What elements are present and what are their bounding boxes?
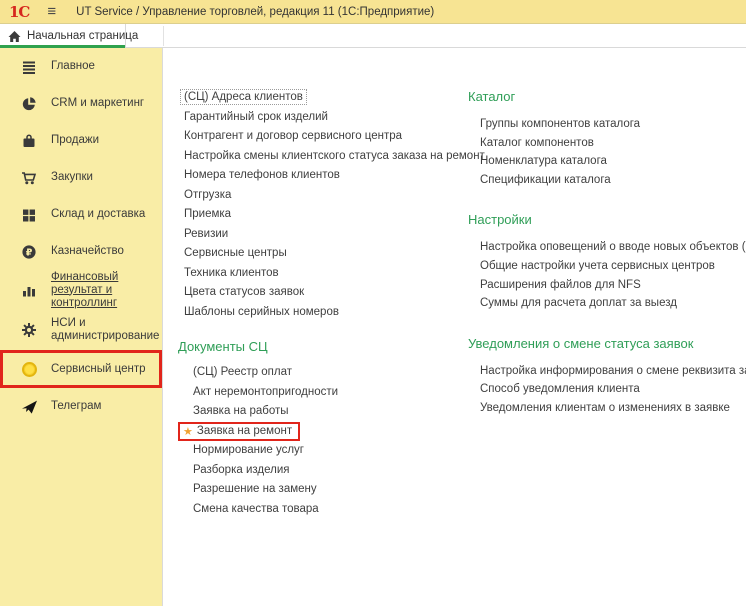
link-item[interactable]: Шаблоны серийных номеров [184,303,478,323]
sidebar-item-telegram[interactable]: Телеграм [0,388,162,425]
tab-home-page[interactable]: Начальная страница [0,24,126,48]
sidebar-item-financial-result[interactable]: Финансовый результат и контроллинг [0,270,162,310]
sidebar-item-service-center[interactable]: Сервисный центр [0,350,162,388]
link-item[interactable]: (СЦ) Реестр оплат [193,363,478,383]
sidebar-item-label: Казначейство [51,245,124,258]
cart-icon [20,170,38,186]
link-item[interactable]: Расширения файлов для NFS [480,276,746,295]
link-item[interactable]: Акт неремонтопригодности [193,383,478,403]
link-item[interactable]: Спецификации каталога [480,171,746,190]
main-menu-icon[interactable]: ≡ [47,4,56,19]
link-item[interactable]: Суммы для расчета доплат за выезд [480,294,746,313]
link-group: (СЦ) Адреса клиентов Гарантийный срок из… [178,88,478,322]
window-title: UT Service / Управление торговлей, редак… [76,6,434,18]
links-column-1: (СЦ) Адреса клиентов Гарантийный срок из… [178,88,478,519]
sidebar-item-sales[interactable]: Продажи [0,122,162,159]
sidebar-item-label: Финансовый результат и контроллинг [51,271,158,310]
section-title-status-notifications: Уведомления о смене статуса заявок [468,335,746,353]
sidebar-item-label: Сервисный центр [51,363,145,376]
link-item[interactable]: Заявка на работы [193,402,478,422]
sidebar-item-crm-marketing[interactable]: CRM и маркетинг [0,85,162,122]
section-title-catalog: Каталог [468,88,746,106]
svg-text:₽: ₽ [26,247,33,258]
list-icon [20,59,38,75]
1c-logo: 1С [9,3,29,21]
sidebar-item-label: CRM и маркетинг [51,97,144,110]
home-icon [8,30,21,43]
sidebar-item-label: Закупки [51,171,93,184]
link-item[interactable]: Техника клиентов [184,264,478,284]
link-item[interactable]: Цвета статусов заявок [184,283,478,303]
section-status-notifications: Уведомления о смене статуса заявок Настр… [468,335,746,418]
link-item[interactable]: Группы компонентов каталога [480,115,746,134]
links-column-2: Каталог Группы компонентов каталога Ката… [468,88,746,418]
link-item[interactable]: Контрагент и договор сервисного центра [184,127,478,147]
star-icon: ★ [183,426,193,437]
sidebar-item-label: Главное [51,60,95,73]
link-item[interactable]: Общие настройки учета сервисных центров [480,257,746,276]
app-window: 1С ≡ UT Service / Управление торговлей, … [0,0,746,606]
bar-chart-icon [20,282,38,298]
gear-icon [20,322,38,338]
link-item[interactable]: Номенклатура каталога [480,152,746,171]
link-label: Заявка на ремонт [197,425,292,437]
tab-bar: Начальная страница [0,24,746,48]
link-item[interactable]: Разрешение на замену [193,480,478,500]
sidebar-item-label: НСИ и администрирование [51,317,159,343]
bag-icon [20,133,38,149]
link-item[interactable]: Сервисные центры [184,244,478,264]
link-repair-request[interactable]: ★ Заявка на ремонт [178,422,300,442]
section-title-documents-sc: Документы СЦ [178,338,478,356]
ruble-icon: ₽ [20,244,38,260]
link-item[interactable]: Настройка информирования о смене реквизи… [480,362,746,381]
link-item[interactable]: Каталог компонентов [480,134,746,153]
link-item[interactable]: Настройка оповещений о вводе новых объек… [480,238,746,257]
section-settings: Настройки Настройка оповещений о вводе н… [468,211,746,312]
link-group: (СЦ) Реестр оплат Акт неремонтопригоднос… [178,363,478,519]
paper-plane-icon [20,399,38,415]
sidebar-item-label: Склад и доставка [51,208,145,221]
sidebar-item-label: Продажи [51,134,99,147]
link-item[interactable]: Смена качества товара [193,500,478,520]
section-catalog: Каталог Группы компонентов каталога Ката… [468,88,746,189]
grid-icon [20,207,38,223]
link-item[interactable]: Разборка изделия [193,461,478,481]
sidebar-item-main[interactable]: Главное [0,48,162,85]
sidebar: Главное CRM и маркетинг Продажи Закупки [0,48,163,606]
link-item[interactable]: Отгрузка [184,186,478,206]
topbar: 1С ≡ UT Service / Управление торговлей, … [0,0,746,24]
main-content: (СЦ) Адреса клиентов Гарантийный срок из… [164,48,746,606]
sidebar-item-warehouse-delivery[interactable]: Склад и доставка [0,196,162,233]
link-item[interactable]: Настройка смены клиентского статуса зака… [184,147,478,167]
sidebar-item-treasury[interactable]: ₽ Казначейство [0,233,162,270]
link-client-addresses[interactable]: (СЦ) Адреса клиентов [184,88,478,108]
tab-label: Начальная страница [27,30,138,42]
section-title-settings: Настройки [468,211,746,229]
sidebar-item-nsi-administration[interactable]: НСИ и администрирование [0,310,162,350]
link-item[interactable]: Уведомления клиентам о изменениях в заяв… [480,399,746,418]
tabbar-divider [163,26,164,46]
pie-chart-icon [20,96,38,112]
link-item[interactable]: Приемка [184,205,478,225]
yellow-circle-icon [20,362,38,377]
sidebar-item-purchases[interactable]: Закупки [0,159,162,196]
link-item[interactable]: Нормирование услуг [193,441,478,461]
link-item[interactable]: Гарантийный срок изделий [184,108,478,128]
link-item[interactable]: Номера телефонов клиентов [184,166,478,186]
focused-link-label: (СЦ) Адреса клиентов [180,89,307,105]
link-item[interactable]: Способ уведомления клиента [480,380,746,399]
sidebar-item-label: Телеграм [51,400,101,413]
link-item[interactable]: Ревизии [184,225,478,245]
